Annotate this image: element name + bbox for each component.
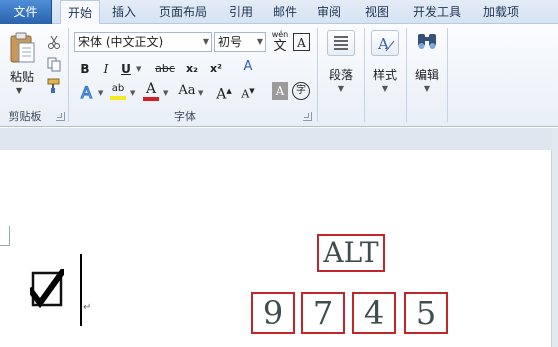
paragraph-icon — [327, 30, 355, 56]
highlight-icon: ab — [111, 83, 125, 94]
group-divider — [364, 28, 365, 122]
ribbon-home: 粘贴 ▼ 剪贴板 宋体 (中文正文) ▼ 初号 ▼ wén 文 A B I U … — [0, 24, 558, 127]
tab-view[interactable]: 视图 — [360, 0, 394, 24]
chevron-down-icon: ▼ — [381, 84, 389, 93]
page-corner-mark — [0, 226, 10, 246]
font-name-value: 宋体 (中文正文) — [78, 35, 164, 49]
font-launcher-icon[interactable] — [303, 112, 312, 121]
chevron-down-icon[interactable]: ▼ — [136, 65, 141, 73]
phonetic-guide-button[interactable]: wén 文 — [270, 30, 290, 54]
key-digit: 5 — [404, 292, 448, 334]
document-background — [0, 128, 558, 150]
chevron-down-icon: ▼ — [423, 84, 431, 93]
styles-button[interactable]: A 样式 ▼ — [366, 28, 404, 98]
group-divider — [406, 28, 407, 122]
vertical-scrollbar[interactable] — [552, 128, 558, 347]
font-group-label: 字体 — [174, 110, 196, 123]
highlight-color-button[interactable]: ab — [108, 80, 128, 102]
chevron-down-icon[interactable]: ▼ — [98, 89, 103, 97]
text-cursor — [80, 254, 82, 326]
checkbox-checked-icon — [30, 269, 64, 309]
group-divider — [447, 28, 448, 122]
tab-references[interactable]: 引用 — [224, 0, 258, 24]
chevron-down-icon[interactable]: ▼ — [130, 89, 135, 97]
font-color-bar — [143, 97, 159, 101]
svg-text:A: A — [81, 83, 92, 102]
tab-page-layout[interactable]: 页面布局 — [152, 0, 214, 24]
font-size-value: 初号 — [218, 35, 243, 49]
paragraph-label: 段落 — [328, 68, 353, 82]
key-digit: 7 — [301, 292, 345, 334]
tab-review[interactable]: 审阅 — [312, 0, 346, 24]
chevron-down-icon: ▼ — [16, 86, 23, 95]
font-size-combo[interactable]: 初号 ▼ — [214, 32, 266, 52]
key-digit: 9 — [251, 292, 295, 334]
highlight-color-bar — [110, 96, 126, 100]
key-alt: ALT — [317, 234, 385, 272]
chevron-down-icon[interactable]: ▼ — [163, 89, 168, 97]
group-divider — [317, 28, 318, 122]
bold-button[interactable]: B — [76, 60, 94, 78]
key-digit: 4 — [352, 292, 396, 334]
character-border-button[interactable]: A — [293, 33, 310, 51]
subscript-button[interactable]: x₂ — [182, 60, 202, 78]
clear-formatting-icon: A — [243, 59, 253, 74]
editing-label: 编辑 — [414, 68, 439, 82]
cut-icon[interactable] — [46, 34, 62, 50]
tab-file[interactable]: 文件 — [0, 0, 52, 24]
styles-label: 样式 — [372, 68, 397, 82]
paragraph-mark: ↵ — [83, 302, 92, 313]
format-painter-icon[interactable] — [46, 78, 62, 94]
clipboard-group-label: 剪贴板 — [8, 110, 42, 123]
tab-insert[interactable]: 插入 — [106, 0, 142, 24]
shrink-font-button[interactable]: A▼ — [240, 82, 256, 101]
copy-icon[interactable] — [46, 56, 62, 72]
superscript-button[interactable]: x² — [206, 60, 226, 78]
tab-addins[interactable]: 加载项 — [476, 0, 526, 24]
editing-button[interactable]: 编辑 ▼ — [408, 28, 446, 98]
paste-label: 粘贴 — [9, 70, 34, 84]
binoculars-icon — [413, 30, 441, 56]
grow-font-icon: A — [216, 86, 227, 103]
chevron-down-icon: ▼ — [256, 37, 263, 46]
chevron-down-icon: ▼ — [202, 37, 209, 46]
strikethrough-button[interactable]: abc — [152, 60, 178, 78]
chevron-down-icon: ▼ — [337, 84, 345, 93]
clear-formatting-button[interactable]: A — [238, 58, 258, 76]
clipboard-launcher-icon[interactable] — [56, 112, 65, 121]
styles-icon: A — [371, 30, 399, 56]
italic-button[interactable]: I — [98, 60, 114, 78]
font-color-icon: A — [145, 81, 157, 97]
phonetic-char: 文 — [273, 39, 287, 54]
font-name-combo[interactable]: 宋体 (中文正文) ▼ — [74, 32, 212, 52]
paste-icon — [10, 32, 35, 63]
chevron-down-icon[interactable]: ▼ — [198, 89, 203, 97]
ribbon-tab-bar: 文件 开始 插入 页面布局 引用 邮件 审阅 视图 开发工具 加载项 — [0, 0, 558, 25]
tab-mailings[interactable]: 邮件 — [268, 0, 302, 24]
tab-developer[interactable]: 开发工具 — [406, 0, 468, 24]
grow-font-button[interactable]: A▲ — [216, 82, 232, 103]
paragraph-button[interactable]: 段落 ▼ — [320, 28, 362, 98]
tab-home[interactable]: 开始 — [60, 0, 100, 25]
underline-button[interactable]: U — [118, 60, 134, 78]
change-case-button[interactable]: Aa — [176, 82, 198, 100]
character-shading-button[interactable]: A — [272, 82, 288, 100]
group-divider — [68, 28, 69, 122]
font-color-button[interactable]: A — [142, 80, 160, 102]
text-effects-icon[interactable]: A — [78, 82, 98, 102]
enclose-characters-button[interactable]: 字 — [292, 82, 310, 100]
